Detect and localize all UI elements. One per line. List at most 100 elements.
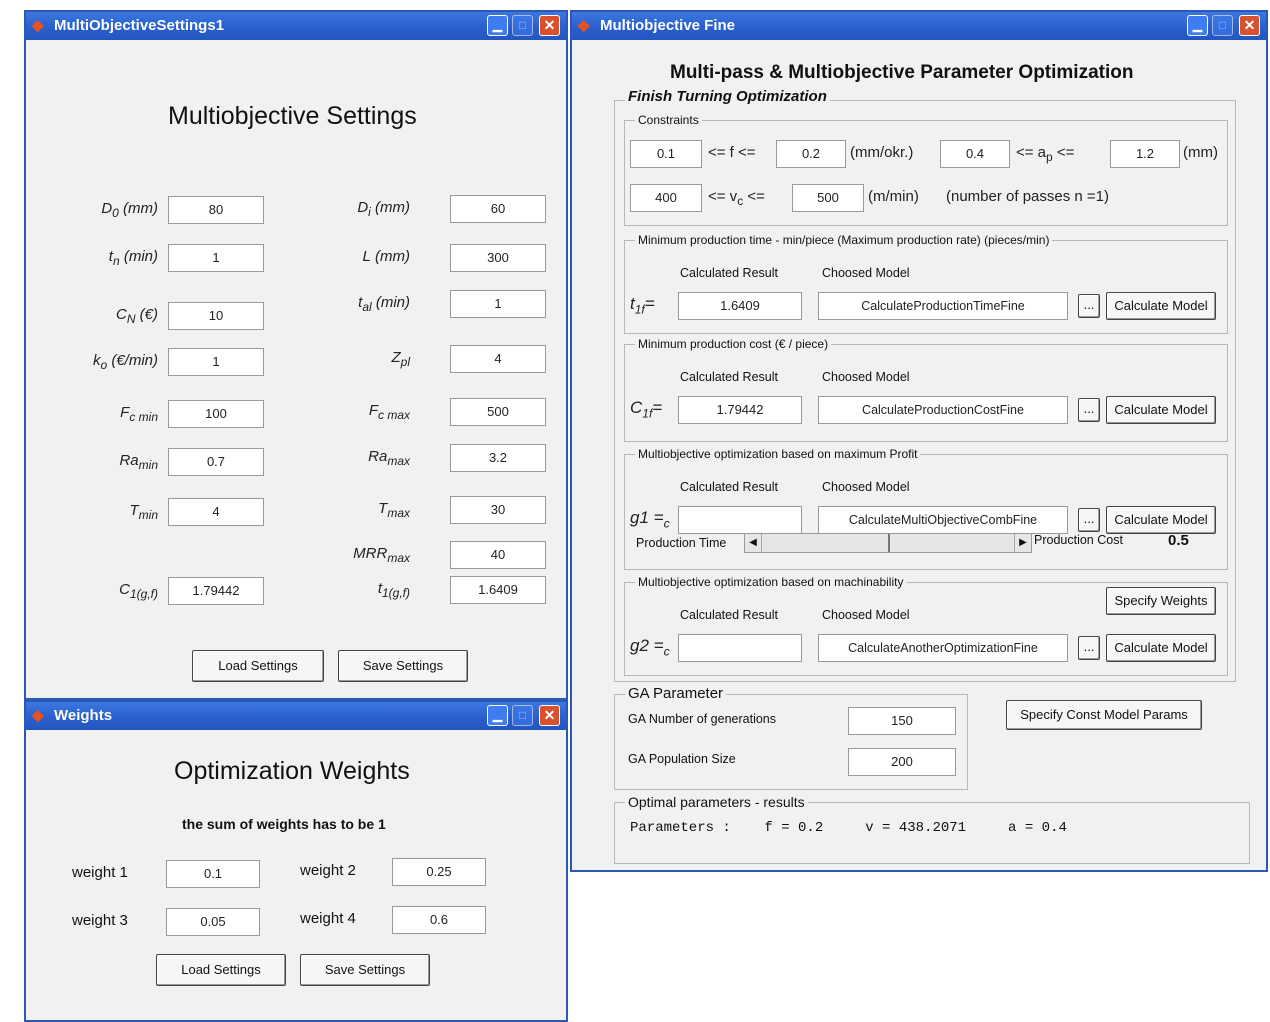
settings-right-label: Di (mm) [357, 199, 410, 219]
browse-model-button[interactable]: ... [1078, 636, 1100, 660]
slider-left-arrow-icon[interactable]: ◀ [745, 534, 762, 552]
save-settings-button[interactable]: Save Settings [338, 650, 468, 682]
settings-left-subscript: o [100, 358, 108, 372]
v-min-field[interactable]: 400 [630, 184, 702, 212]
settings-right-field[interactable]: 1 [450, 290, 546, 318]
settings-left-field[interactable]: 1.79442 [168, 577, 264, 605]
weight-field[interactable]: 0.1 [166, 860, 260, 888]
weight-slider[interactable]: ◀ ▶ [744, 533, 1032, 553]
settings-left-field[interactable]: 80 [168, 196, 264, 224]
calculated-result-header: Calculated Result [680, 370, 778, 384]
result-symbol-eq: = [644, 294, 655, 313]
settings-left-label: C1(g,f) [119, 581, 158, 601]
close-icon[interactable]: ✕ [539, 705, 560, 726]
choosed-model-header: Choosed Model [822, 266, 910, 280]
ap-max-field[interactable]: 1.2 [1110, 140, 1180, 168]
ap-constraint-label: <= ap <= [1016, 144, 1074, 164]
settings-right-label: Zpl [391, 349, 410, 369]
browse-model-button[interactable]: ... [1078, 398, 1100, 422]
minimize-icon[interactable]: ▁ [487, 15, 508, 36]
optimization-section: Minimum production cost (€ / piece) [624, 336, 1228, 442]
settings-heading: Multiobjective Settings [168, 102, 417, 130]
calculated-result-header: Calculated Result [680, 608, 778, 622]
choosed-model-field[interactable]: CalculateProductionCostFine [818, 396, 1068, 424]
maximize-icon[interactable]: □ [512, 705, 533, 726]
weights-save-settings-button[interactable]: Save Settings [300, 954, 430, 986]
maximize-icon[interactable]: □ [1212, 15, 1233, 36]
calculated-result-field[interactable]: 1.79442 [678, 396, 802, 424]
settings-right-symbol: Ra [368, 448, 388, 465]
ga-generations-field[interactable]: 150 [848, 707, 956, 735]
choosed-model-header: Choosed Model [822, 480, 910, 494]
settings-window-title: MultiObjectiveSettings1 [54, 17, 225, 34]
close-icon[interactable]: ✕ [539, 15, 560, 36]
load-settings-button[interactable]: Load Settings [192, 650, 324, 682]
settings-right-field[interactable]: 500 [450, 398, 546, 426]
slider-thumb[interactable] [888, 534, 890, 552]
browse-model-button[interactable]: ... [1078, 294, 1100, 318]
settings-right-field[interactable]: 30 [450, 496, 546, 524]
settings-left-symbol: T [129, 502, 139, 519]
weights-titlebar[interactable]: ◆ Weights ▁ □ ✕ [26, 702, 566, 730]
settings-left-field[interactable]: 10 [168, 302, 264, 330]
fine-titlebar[interactable]: ◆ Multiobjective Fine ▁ □ ✕ [572, 12, 1266, 40]
choosed-model-field[interactable]: CalculateAnotherOptimizationFine [818, 634, 1068, 662]
v-max-field[interactable]: 500 [792, 184, 864, 212]
settings-left-field[interactable]: 1 [168, 244, 264, 272]
slider-right-arrow-icon[interactable]: ▶ [1014, 534, 1031, 552]
choosed-model-field[interactable]: CalculateMultiObjectiveCombFine [818, 506, 1068, 534]
browse-model-button[interactable]: ... [1078, 508, 1100, 532]
settings-right-field[interactable]: 40 [450, 541, 546, 569]
calculated-result-field[interactable] [678, 506, 802, 534]
maximize-icon[interactable]: □ [512, 15, 533, 36]
settings-right-label: t1(g,f) [378, 580, 410, 600]
result-symbol-main: C [630, 398, 643, 417]
v-op-text: <= v [708, 188, 738, 205]
ga-population-field[interactable]: 200 [848, 748, 956, 776]
calculated-result-header: Calculated Result [680, 480, 778, 494]
constraints-legend: Constraints [635, 112, 702, 128]
settings-right-field[interactable]: 1.6409 [450, 576, 546, 604]
settings-right-field[interactable]: 3.2 [450, 444, 546, 472]
settings-left-subscript: min [138, 508, 158, 522]
minimize-icon[interactable]: ▁ [487, 705, 508, 726]
result-symbol-main: g1 = [630, 508, 664, 527]
settings-right-symbol: T [378, 500, 388, 517]
calculate-model-button[interactable]: Calculate Model [1106, 634, 1216, 662]
settings-right-label: tal (min) [358, 294, 410, 314]
ap-min-field[interactable]: 0.4 [940, 140, 1010, 168]
weight-field[interactable]: 0.6 [392, 906, 486, 934]
calculated-result-field[interactable] [678, 634, 802, 662]
settings-left-field[interactable]: 0.7 [168, 448, 264, 476]
calculate-model-button[interactable]: Calculate Model [1106, 396, 1216, 424]
calculated-result-field[interactable]: 1.6409 [678, 292, 802, 320]
choosed-model-field[interactable]: CalculateProductionTimeFine [818, 292, 1068, 320]
close-icon[interactable]: ✕ [1239, 15, 1260, 36]
settings-titlebar[interactable]: ◆ MultiObjectiveSettings1 ▁ □ ✕ [26, 12, 566, 40]
calculate-model-button[interactable]: Calculate Model [1106, 292, 1216, 320]
weight-field[interactable]: 0.05 [166, 908, 260, 936]
settings-left-symbol: D [101, 200, 113, 217]
weight-label: weight 3 [72, 912, 128, 929]
f-max-field[interactable]: 0.2 [776, 140, 846, 168]
settings-right-field[interactable]: 300 [450, 244, 546, 272]
settings-right-label: Fc max [369, 402, 410, 422]
f-min-field[interactable]: 0.1 [630, 140, 702, 168]
settings-left-field[interactable]: 1 [168, 348, 264, 376]
v-sub-text: c [737, 194, 744, 208]
ap-sub-text: p [1046, 150, 1053, 164]
settings-left-label: D0 (mm) [101, 200, 158, 220]
choosed-model-header: Choosed Model [822, 370, 910, 384]
weight-field[interactable]: 0.25 [392, 858, 486, 886]
specify-const-model-params-button[interactable]: Specify Const Model Params [1006, 700, 1202, 730]
settings-right-field[interactable]: 60 [450, 195, 546, 223]
settings-left-label: Fc min [120, 404, 158, 424]
specify-weights-button[interactable]: Specify Weights [1106, 587, 1216, 615]
calculate-model-button[interactable]: Calculate Model [1106, 506, 1216, 534]
result-symbol-main: g2 = [630, 636, 664, 655]
weights-load-settings-button[interactable]: Load Settings [156, 954, 286, 986]
settings-right-field[interactable]: 4 [450, 345, 546, 373]
minimize-icon[interactable]: ▁ [1187, 15, 1208, 36]
settings-left-field[interactable]: 100 [168, 400, 264, 428]
settings-left-field[interactable]: 4 [168, 498, 264, 526]
